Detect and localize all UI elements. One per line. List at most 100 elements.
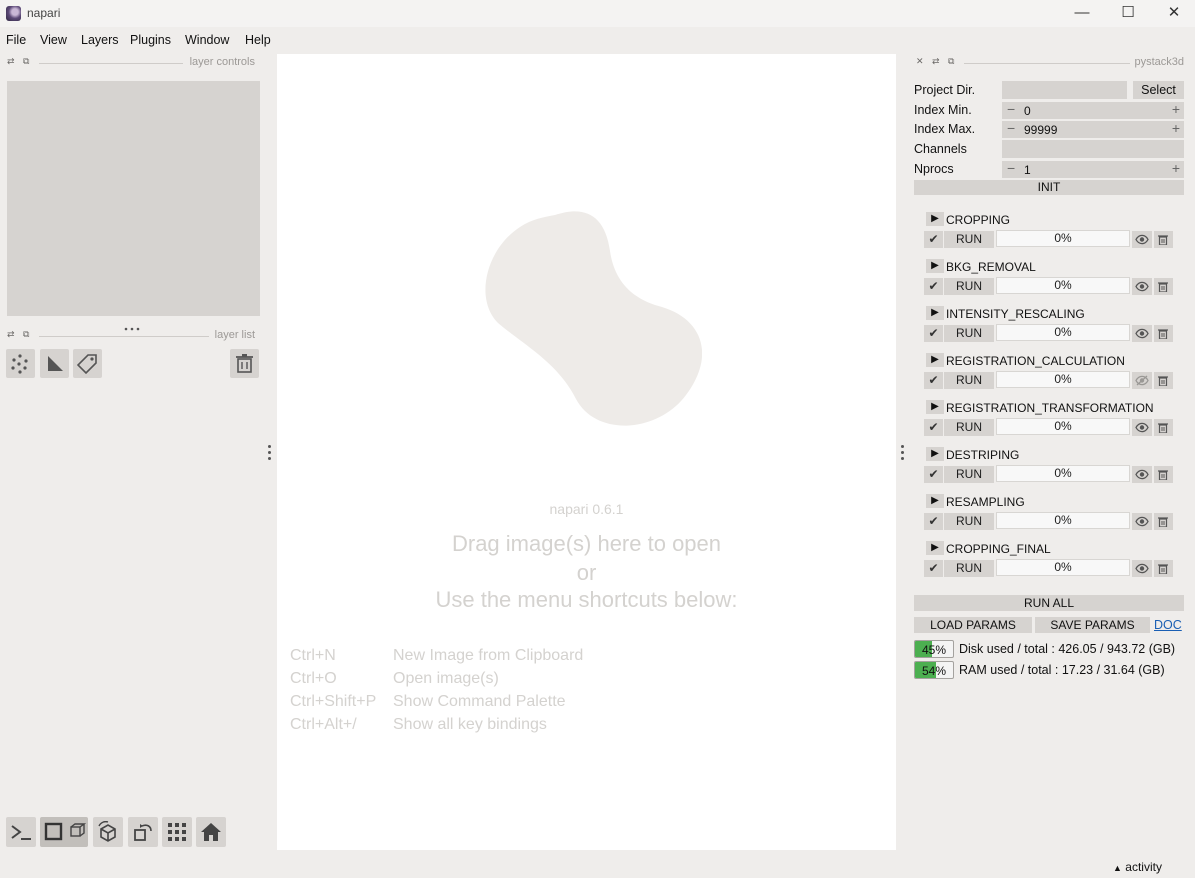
step-enabled-checkbox[interactable]: ✔ [924, 466, 943, 483]
activity-toggle[interactable]: ▲ activity [1113, 860, 1162, 874]
step-enabled-checkbox[interactable]: ✔ [924, 231, 943, 248]
expand-arrow-icon[interactable]: ▶ [926, 306, 944, 320]
eye-icon[interactable] [1132, 513, 1152, 530]
trash-icon[interactable] [1154, 278, 1173, 295]
canvas-area[interactable]: napari 0.6.1 Drag image(s) here to open … [277, 54, 896, 850]
increment-icon[interactable]: + [1172, 160, 1180, 176]
reset-view-button[interactable] [196, 817, 226, 847]
eye-off-icon[interactable] [1132, 372, 1152, 389]
splitter-handle[interactable] [124, 320, 140, 331]
close-button[interactable]: ✕ [1151, 0, 1195, 27]
dock-float-icon[interactable]: ⧉ [23, 56, 29, 67]
menu-file[interactable]: File [6, 33, 26, 47]
nprocs-spinbox[interactable]: − 1 + [1002, 160, 1184, 178]
init-button[interactable]: INIT [914, 180, 1184, 195]
plugin-title-bar: ✕ ⇄ ⧉ pystack3d [914, 56, 1184, 70]
grid-view-button[interactable] [162, 817, 192, 847]
expand-arrow-icon[interactable]: ▶ [926, 541, 944, 555]
delete-layer-button[interactable] [230, 349, 259, 378]
channels-field[interactable] [1002, 140, 1184, 158]
index-max-spinbox[interactable]: − 99999 + [1002, 120, 1184, 138]
increment-icon[interactable]: + [1172, 101, 1180, 117]
eye-icon[interactable] [1132, 560, 1152, 577]
roll-dimensions-button[interactable] [93, 817, 123, 847]
eye-icon[interactable] [1132, 278, 1152, 295]
doc-link[interactable]: DOC [1154, 618, 1182, 632]
step-run-button[interactable]: RUN [944, 325, 994, 342]
project-dir-field[interactable] [1002, 81, 1127, 99]
step-run-button[interactable]: RUN [944, 466, 994, 483]
eye-icon[interactable] [1132, 325, 1152, 342]
index-min-spinbox[interactable]: − 0 + [1002, 101, 1184, 119]
right-dock-resize-handle[interactable] [900, 445, 906, 463]
dock-close-icon[interactable]: ✕ [916, 56, 924, 67]
eye-icon[interactable] [1132, 231, 1152, 248]
ram-usage-bar: 54% [914, 661, 954, 679]
expand-arrow-icon[interactable]: ▶ [926, 447, 944, 461]
expand-arrow-icon[interactable]: ▶ [926, 494, 944, 508]
step-enabled-checkbox[interactable]: ✔ [924, 419, 943, 436]
step-run-button[interactable]: RUN [944, 231, 994, 248]
maximize-button[interactable]: ☐ [1105, 0, 1151, 27]
menu-view[interactable]: View [40, 33, 67, 47]
step-enabled-checkbox[interactable]: ✔ [924, 278, 943, 295]
trash-icon[interactable] [1154, 513, 1173, 530]
nprocs-value: 1 [1024, 163, 1031, 177]
menu-plugins[interactable]: Plugins [130, 33, 171, 47]
disk-usage-text: Disk used / total : 426.05 / 943.72 (GB) [959, 642, 1176, 656]
expand-arrow-icon[interactable]: ▶ [926, 353, 944, 367]
step-name: INTENSITY_RESCALING [946, 307, 1085, 321]
expand-arrow-icon[interactable]: ▶ [926, 400, 944, 414]
load-params-button[interactable]: LOAD PARAMS [914, 617, 1032, 633]
dock-float-icon[interactable]: ⧉ [23, 329, 29, 340]
step-enabled-checkbox[interactable]: ✔ [924, 560, 943, 577]
disk-usage-percent: 45% [921, 643, 947, 657]
trash-icon[interactable] [1154, 231, 1173, 248]
decrement-icon[interactable]: − [1007, 160, 1015, 176]
dock-hide-icon[interactable]: ⇄ [932, 56, 940, 67]
napari-version: napari 0.6.1 [549, 501, 624, 517]
trash-icon[interactable] [1154, 466, 1173, 483]
increment-icon[interactable]: + [1172, 120, 1180, 136]
step-run-button[interactable]: RUN [944, 513, 994, 530]
eye-icon[interactable] [1132, 466, 1152, 483]
welcome-drag-text: Drag image(s) here to open [451, 531, 722, 556]
transpose-button[interactable] [128, 817, 158, 847]
new-points-layer-button[interactable] [6, 349, 35, 378]
left-dock-resize-handle[interactable] [267, 445, 273, 463]
run-all-button[interactable]: RUN ALL [914, 595, 1184, 611]
step-enabled-checkbox[interactable]: ✔ [924, 513, 943, 530]
decrement-icon[interactable]: − [1007, 101, 1015, 117]
new-labels-layer-button[interactable] [73, 349, 102, 378]
step-run-button[interactable]: RUN [944, 278, 994, 295]
dock-float-icon[interactable]: ⧉ [948, 56, 954, 67]
dock-hide-icon[interactable]: ⇄ [7, 329, 15, 340]
trash-icon[interactable] [1154, 419, 1173, 436]
eye-icon[interactable] [1132, 419, 1152, 436]
decrement-icon[interactable]: − [1007, 120, 1015, 136]
trash-icon[interactable] [1154, 372, 1173, 389]
expand-arrow-icon[interactable]: ▶ [926, 259, 944, 273]
layer-controls-title-bar: ⇄ ⧉ layer controls [7, 56, 255, 70]
menu-layers[interactable]: Layers [81, 33, 119, 47]
step-enabled-checkbox[interactable]: ✔ [924, 325, 943, 342]
console-button[interactable] [6, 817, 36, 847]
select-button[interactable]: Select [1133, 81, 1184, 99]
ndisplay-toggle-button[interactable] [40, 817, 88, 847]
trash-icon[interactable] [1154, 325, 1173, 342]
menu-help[interactable]: Help [245, 33, 271, 47]
shapes-icon [48, 356, 63, 371]
save-params-button[interactable]: SAVE PARAMS [1035, 617, 1150, 633]
expand-arrow-icon[interactable]: ▶ [926, 212, 944, 226]
minimize-button[interactable]: — [1059, 0, 1105, 27]
index-min-value: 0 [1024, 104, 1031, 118]
step-run-button[interactable]: RUN [944, 372, 994, 389]
menu-window[interactable]: Window [185, 33, 229, 47]
welcome-menu-text: Use the menu shortcuts below: [435, 587, 738, 612]
trash-icon[interactable] [1154, 560, 1173, 577]
step-run-button[interactable]: RUN [944, 560, 994, 577]
new-shapes-layer-button[interactable] [40, 349, 69, 378]
dock-hide-icon[interactable]: ⇄ [7, 56, 15, 67]
step-run-button[interactable]: RUN [944, 419, 994, 436]
step-enabled-checkbox[interactable]: ✔ [924, 372, 943, 389]
